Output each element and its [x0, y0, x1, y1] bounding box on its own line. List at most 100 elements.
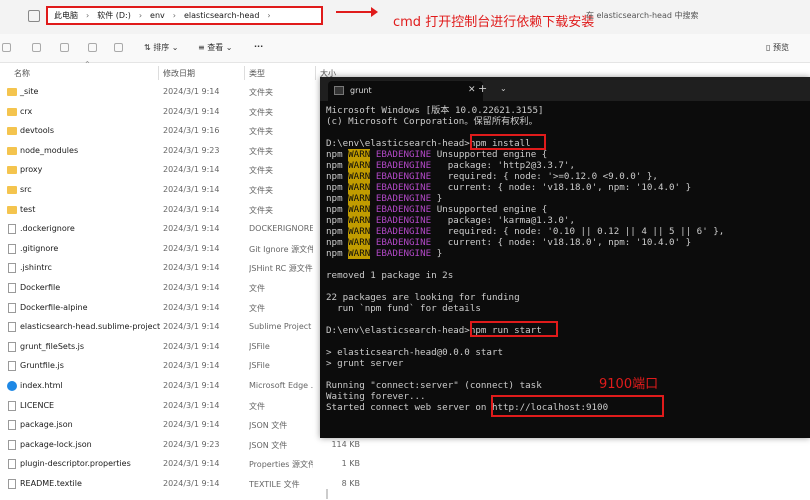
file-icon — [8, 263, 16, 274]
file-date: 2024/3/1 9:14 — [163, 185, 220, 194]
terminal-line: Microsoft Windows [版本 10.0.22621.3155] — [326, 105, 544, 116]
file-row[interactable]: README.textile 2024/3/1 9:14 TEXTILE 文件 8 K… — [0, 475, 810, 494]
file-date: 2024/3/1 9:23 — [163, 145, 220, 155]
file-date: 2024/3/1 9:14 — [163, 87, 220, 96]
file-type: 文件夹 — [249, 107, 273, 117]
file-name: test — [20, 204, 36, 214]
column-divider[interactable] — [244, 66, 245, 80]
annotation-arrow — [336, 7, 378, 17]
new-tab-icon[interactable]: + — [478, 82, 487, 95]
file-icon — [8, 439, 16, 450]
crumb-this-pc[interactable]: 此电脑 — [54, 10, 78, 21]
copy-icon[interactable] — [2, 43, 11, 52]
terminal-icon — [334, 86, 344, 95]
file-type: DOCKERIGNORE... — [249, 224, 313, 234]
file-type: 文件夹 — [249, 166, 273, 176]
monitor-icon[interactable] — [28, 10, 40, 22]
file-date: 2024/3/1 9:14 — [163, 322, 220, 332]
terminal-tab-title: grunt — [350, 86, 372, 95]
chevron-right-icon: › — [86, 11, 90, 20]
address-bar[interactable]: 此电脑 › 软件 (D:) › env › elasticsearch-head… — [46, 6, 323, 25]
close-icon[interactable]: ✕ — [468, 85, 476, 95]
file-name: Dockerfile — [20, 283, 61, 292]
column-divider[interactable] — [158, 66, 159, 80]
file-name: Gruntfile.js — [20, 361, 64, 371]
column-date[interactable]: 修改日期 — [163, 68, 195, 79]
file-name: .jshintrc — [20, 263, 52, 273]
rename-icon[interactable] — [60, 43, 69, 52]
terminal-line: npm WARN EBADENGINE current: { node: 'v1… — [326, 237, 692, 248]
more-button[interactable]: ··· — [254, 42, 263, 51]
column-divider[interactable] — [315, 66, 316, 80]
file-name: node_modules — [20, 145, 79, 155]
file-name: elasticsearch-head.sublime-project — [20, 322, 161, 332]
annotation-port: 9100端口 — [599, 377, 659, 392]
file-type: JSFile — [249, 341, 270, 351]
highlight-npm-install — [470, 134, 546, 150]
terminal-line: removed 1 package in 2s — [326, 270, 454, 281]
file-name: package.json — [20, 420, 73, 430]
share-icon[interactable] — [88, 43, 97, 52]
file-date: 2024/3/1 9:14 — [163, 224, 220, 234]
terminal-window[interactable]: grunt ✕ + ⌄ Microsoft Windows [版本 10.0.2… — [320, 77, 810, 499]
terminal-line: > grunt server — [326, 358, 404, 369]
terminal-line: npm WARN EBADENGINE package: 'karma@1.3.… — [326, 215, 575, 226]
folder-icon — [7, 88, 17, 96]
crumb-drive[interactable]: 软件 (D:) — [97, 10, 131, 21]
terminal-line: npm WARN EBADENGINE required: { node: '>… — [326, 171, 658, 182]
file-date: 2024/3/1 9:14 — [163, 165, 220, 175]
terminal-line: npm WARN EBADENGINE } — [326, 248, 443, 259]
paste-icon[interactable] — [32, 43, 41, 52]
file-type: Microsoft Edge ... — [249, 381, 313, 390]
annotation-top: cmd 打开控制台进行依赖下载安装 — [393, 15, 595, 30]
file-row[interactable]: package-lock.json 2024/3/1 9:23 JSON 文件 114… — [0, 436, 810, 455]
terminal-line: npm WARN EBADENGINE required: { node: '0… — [326, 226, 725, 237]
file-size: 8 KB — [341, 479, 360, 488]
file-date: 2024/3/1 9:14 — [163, 459, 220, 469]
sort-label: 排序 — [153, 43, 170, 52]
file-size: 114 KB — [331, 439, 360, 449]
terminal-line: run `npm fund` for details — [326, 303, 481, 314]
file-name: LICENCE — [20, 400, 55, 410]
file-icon — [8, 420, 16, 431]
chevron-down-icon[interactable]: ⌄ — [500, 84, 507, 93]
details-button[interactable]: ▯ 预览 — [766, 42, 789, 53]
search-input[interactable]: 在 elasticsearch-head 中搜索 — [586, 10, 699, 21]
file-name: proxy — [20, 165, 43, 175]
file-icon — [8, 400, 16, 411]
file-type: 文件夹 — [249, 146, 273, 156]
file-type: 文件 — [249, 303, 265, 313]
file-name: crx — [20, 106, 33, 116]
file-icon — [8, 243, 16, 254]
file-type: TEXTILE 文件 — [249, 480, 300, 489]
crumb-env[interactable]: env — [150, 11, 165, 20]
file-name: index.html — [20, 381, 63, 390]
terminal-line: (c) Microsoft Corporation。保留所有权利。 — [326, 116, 538, 127]
file-row[interactable]: plugin-descriptor.properties 2024/3/1 9:1… — [0, 455, 810, 474]
file-name: _site — [20, 87, 39, 96]
column-type[interactable]: 类型 — [249, 68, 265, 79]
terminal-line: npm WARN EBADENGINE current: { node: 'v1… — [326, 182, 692, 193]
terminal-line: > elasticsearch-head@0.0.0 start — [326, 347, 504, 358]
file-name: src — [20, 185, 32, 194]
file-date: 2024/3/1 9:14 — [163, 479, 220, 488]
file-date: 2024/3/1 9:14 — [163, 263, 220, 273]
file-type: 文件夹 — [249, 127, 273, 137]
file-type: Git Ignore 源文件 — [249, 244, 313, 254]
column-name[interactable]: 名称 — [14, 68, 30, 79]
file-name: grunt_fileSets.js — [20, 341, 85, 351]
delete-icon[interactable] — [114, 43, 123, 52]
crumb-folder[interactable]: elasticsearch-head — [184, 11, 259, 20]
file-icon — [8, 322, 16, 333]
highlight-server-url — [491, 395, 664, 417]
terminal-tab[interactable]: grunt ✕ — [328, 81, 483, 101]
view-button[interactable]: ≡ 查看 ⌄ — [198, 42, 233, 53]
file-type: Properties 源文件 — [249, 460, 313, 470]
file-type: JSON 文件 — [249, 440, 288, 450]
file-type: Sublime Project — [249, 322, 312, 332]
file-date: 2024/3/1 9:14 — [163, 420, 220, 430]
highlight-npm-run-start — [470, 321, 558, 337]
file-icon — [8, 283, 16, 293]
sort-button[interactable]: ⇅ 排序 ⌄ — [144, 42, 179, 53]
terminal-tab-bar: grunt ✕ + ⌄ — [320, 77, 810, 101]
